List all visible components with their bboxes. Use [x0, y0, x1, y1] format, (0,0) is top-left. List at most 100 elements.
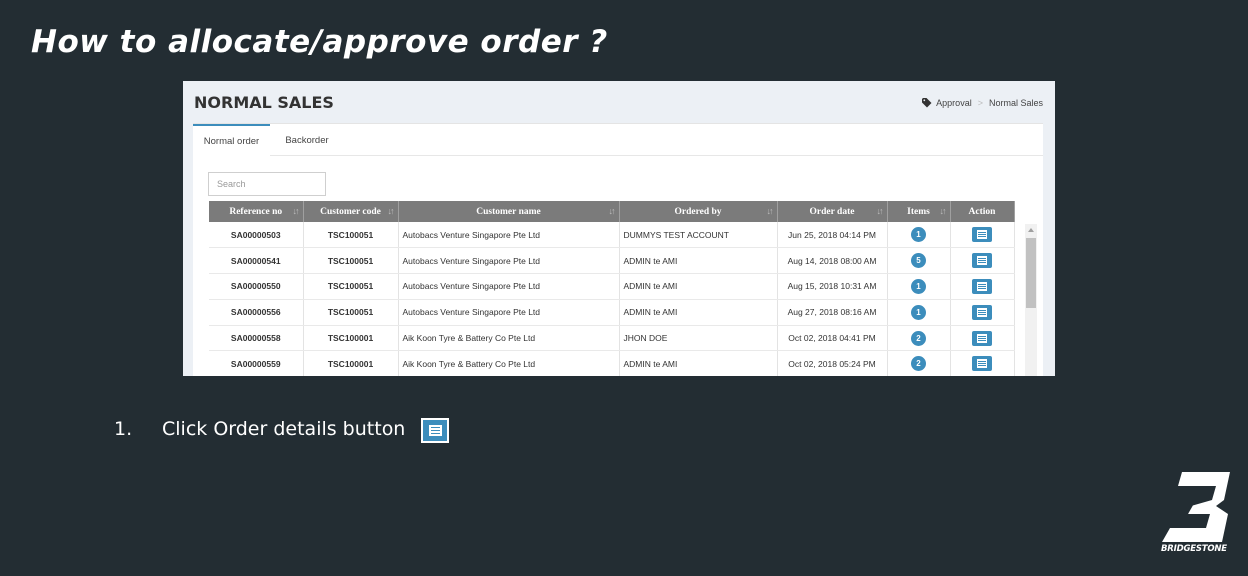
tab-normal-order[interactable]: Normal order — [193, 124, 270, 157]
list-icon — [977, 333, 987, 343]
cell-order-date: Oct 02, 2018 04:41 PM — [777, 325, 888, 352]
cell-customer-code: TSC100051 — [303, 299, 399, 326]
breadcrumb-normal-sales: Normal Sales — [988, 98, 1043, 108]
cell-reference-no: SA00000558 — [209, 325, 304, 352]
cell-reference-no: SA00000550 — [209, 273, 304, 300]
sort-icon: ↓↑ — [387, 206, 395, 216]
items-count-badge: 5 — [911, 253, 926, 269]
cell-customer-name: Autobacs Venture Singapore Pte Ltd — [398, 273, 620, 300]
tab-backorder[interactable]: Backorder — [277, 124, 337, 156]
cell-order-date: Aug 14, 2018 08:00 AM — [777, 247, 888, 275]
cell-customer-name: Autobacs Venture Singapore Pte Ltd — [398, 247, 620, 275]
column-header-items[interactable]: Items ↓↑ — [887, 201, 951, 222]
column-header-customer-code[interactable]: Customer code ↓↑ — [303, 201, 399, 222]
cell-reference-no: SA00000541 — [209, 247, 304, 275]
table-header-row: Reference no ↓↑ Customer code ↓↑ Customer … — [209, 201, 1015, 222]
page-title: NORMAL SALES — [194, 93, 334, 112]
table-row[interactable]: SA00000541 TSC100051 Autobacs Venture Si… — [209, 247, 1015, 275]
table-row[interactable]: SA00000556 TSC100051 Autobacs Venture Si… — [209, 299, 1015, 326]
cell-customer-code: TSC100051 — [303, 247, 399, 275]
order-details-button[interactable] — [972, 227, 992, 243]
list-icon — [977, 230, 987, 240]
order-details-button[interactable] — [972, 330, 992, 346]
cell-customer-name: Autobacs Venture Singapore Pte Ltd — [398, 222, 620, 249]
scrollbar-thumb[interactable] — [1026, 238, 1036, 308]
cell-order-date: Aug 27, 2018 08:16 AM — [777, 299, 888, 326]
items-count-badge: 2 — [911, 356, 926, 372]
table-row[interactable]: SA00000558 TSC100001 Aik Koon Tyre & Bat… — [209, 325, 1015, 352]
cell-action — [950, 273, 1015, 300]
cell-ordered-by: ADMIN te AMI — [619, 299, 778, 326]
cell-items: 2 — [887, 325, 951, 352]
slide-title: How to allocate/approve order ? — [31, 24, 608, 60]
order-details-button[interactable] — [972, 356, 992, 372]
search-input[interactable] — [208, 172, 326, 196]
cell-customer-name: Aik Koon Tyre & Battery Co Pte Ltd — [398, 350, 620, 376]
order-details-button[interactable] — [972, 278, 992, 294]
breadcrumb-approval[interactable]: Approval — [936, 98, 972, 108]
bridgestone-logo-icon — [1162, 472, 1230, 542]
sort-icon: ↓↑ — [876, 206, 884, 216]
column-header-ordered-by[interactable]: Ordered by ↓↑ — [619, 201, 778, 222]
order-details-button-illustration — [421, 418, 449, 443]
step-instruction: Click Order details button — [162, 418, 406, 440]
cell-action — [950, 299, 1015, 326]
content-box: Normal order Backorder Reference no↓↑ Cu… — [193, 123, 1043, 376]
step-number: 1. — [114, 418, 133, 440]
cell-customer-name: Autobacs Venture Singapore Pte Ltd — [398, 299, 620, 326]
table-scrollbar[interactable] — [1025, 224, 1037, 376]
cell-reference-no: SA00000559 — [209, 350, 304, 376]
table-row[interactable]: SA00000550 TSC100051 Autobacs Venture Si… — [209, 273, 1015, 300]
cell-customer-code: TSC100001 — [303, 325, 399, 352]
items-count-badge: 1 — [911, 278, 926, 294]
order-details-button[interactable] — [972, 253, 992, 269]
cell-order-date: Oct 02, 2018 05:24 PM — [777, 350, 888, 376]
cell-ordered-by: ADMIN te AMI — [619, 247, 778, 275]
cell-ordered-by: JHON DOE — [619, 325, 778, 352]
sort-icon: ↓↑ — [939, 206, 947, 216]
column-header-customer-name[interactable]: Customer name ↓↑ — [398, 201, 620, 222]
list-icon — [977, 359, 987, 369]
cell-action — [950, 247, 1015, 275]
sort-icon: ↓↑ — [608, 206, 616, 216]
breadcrumb: Approval > Normal Sales — [922, 98, 1043, 108]
sort-icon: ↓↑ — [292, 206, 300, 216]
cell-customer-code: TSC100001 — [303, 350, 399, 376]
table-row[interactable]: SA00000559 TSC100001 Aik Koon Tyre & Bat… — [209, 350, 1015, 376]
list-icon — [977, 307, 987, 317]
cell-action — [950, 350, 1015, 376]
cell-reference-no: SA00000556 — [209, 299, 304, 326]
tag-icon — [922, 98, 932, 108]
sort-icon: ↓↑ — [766, 206, 774, 216]
list-icon — [977, 281, 987, 291]
list-icon — [429, 425, 442, 436]
cell-ordered-by: ADMIN te AMI — [619, 273, 778, 300]
cell-items: 1 — [887, 273, 951, 300]
brand-wordmark: BRIDGESTONE — [1161, 544, 1227, 554]
page-header: NORMAL SALES Approval > Normal Sales — [183, 81, 1055, 123]
cell-items: 1 — [887, 299, 951, 326]
cell-action — [950, 222, 1015, 249]
cell-order-date: Aug 15, 2018 10:31 AM — [777, 273, 888, 300]
table-row[interactable]: SA00000503 TSC100051 Autobacs Venture Si… — [209, 222, 1015, 249]
order-details-button[interactable] — [972, 304, 992, 320]
breadcrumb-separator: > — [977, 98, 983, 108]
cell-items: 1 — [887, 222, 951, 249]
cell-items: 5 — [887, 247, 951, 275]
cell-action — [950, 325, 1015, 352]
cell-items: 2 — [887, 350, 951, 376]
scroll-up-arrow-icon[interactable] — [1028, 228, 1034, 232]
column-header-action: Action — [950, 201, 1015, 222]
app-screenshot: NORMAL SALES Approval > Normal Sales Nor… — [183, 81, 1055, 376]
tab-bar: Normal order Backorder — [193, 124, 1043, 157]
cell-customer-code: TSC100051 — [303, 222, 399, 249]
cell-customer-code: TSC100051 — [303, 273, 399, 300]
items-count-badge: 1 — [911, 227, 926, 243]
column-header-reference-no[interactable]: Reference no ↓↑ — [209, 201, 304, 222]
cell-ordered-by: ADMIN te AMI — [619, 350, 778, 376]
list-icon — [977, 256, 987, 266]
items-count-badge: 2 — [911, 330, 926, 346]
cell-customer-name: Aik Koon Tyre & Battery Co Pte Ltd — [398, 325, 620, 352]
cell-ordered-by: DUMMYS TEST ACCOUNT — [619, 222, 778, 249]
column-header-order-date[interactable]: Order date ↓↑ — [777, 201, 888, 222]
